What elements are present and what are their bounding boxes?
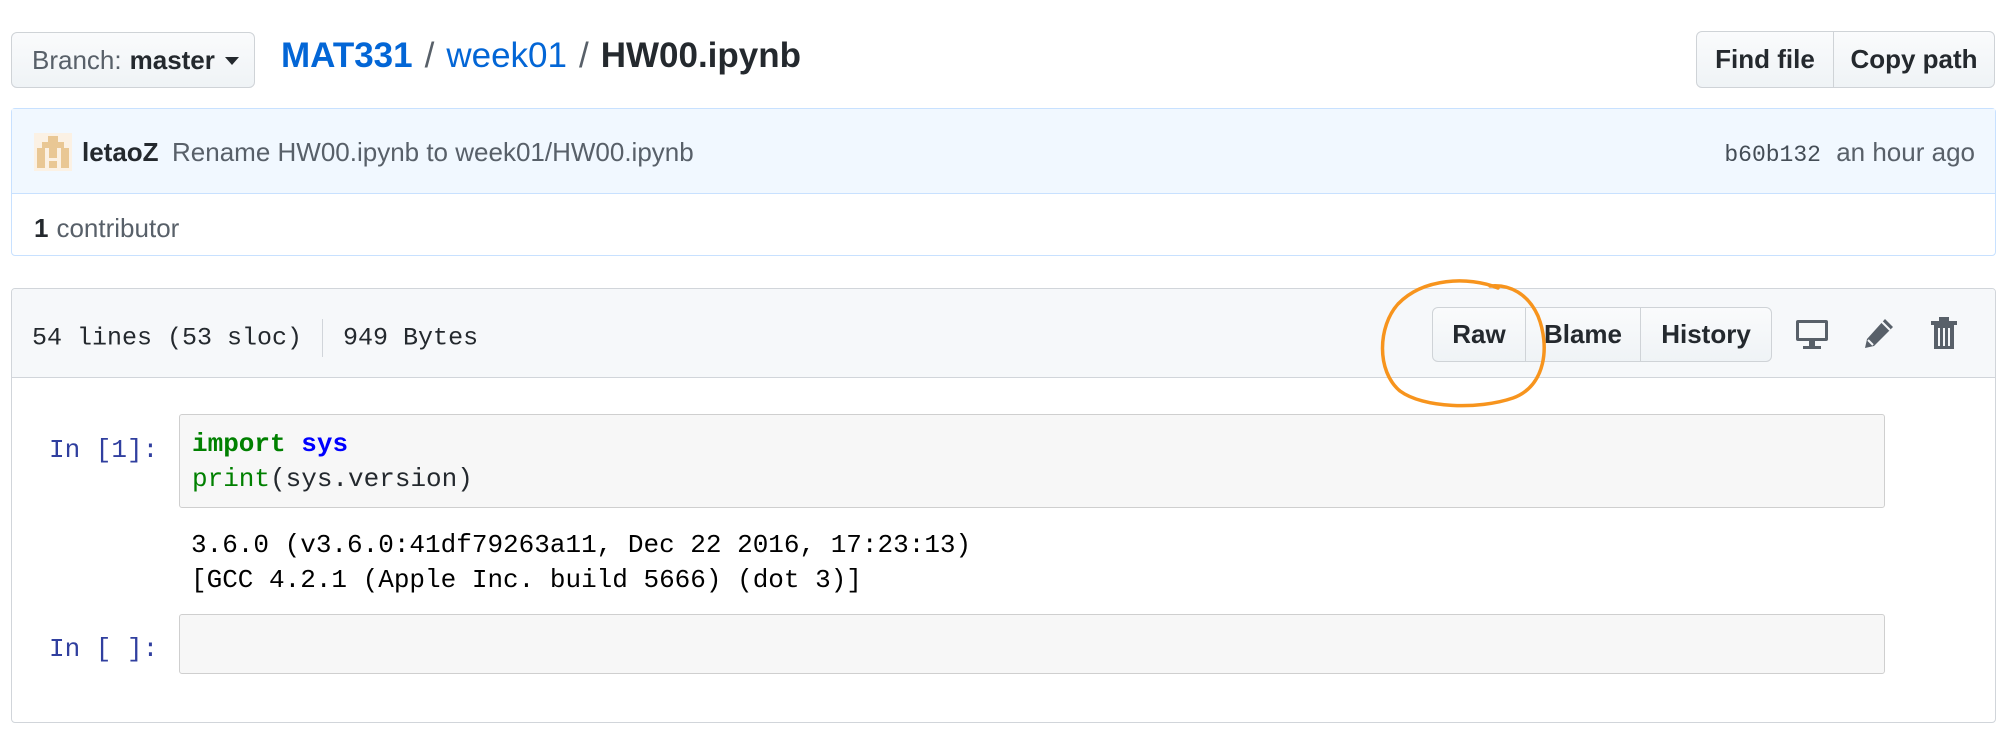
- file-viewer: 54 lines (53 sloc) 949 Bytes Raw Blame Hi…: [11, 288, 1996, 723]
- divider: [322, 319, 324, 357]
- breadcrumb-folder-link[interactable]: week01: [446, 36, 567, 75]
- desktop-icon[interactable]: [1794, 315, 1830, 351]
- commit-info-box: letaoZ Rename HW00.ipynb to week01/HW00.…: [11, 108, 1996, 256]
- commit-sha-link[interactable]: b60b132: [1724, 142, 1821, 168]
- code-line: import sys: [192, 429, 348, 459]
- commit-time: an hour ago: [1836, 137, 1975, 167]
- code-args: (sys.version): [270, 464, 473, 494]
- breadcrumb: MAT331 / week01 / HW00.ipynb: [281, 36, 801, 76]
- file-header: 54 lines (53 sloc) 949 Bytes Raw Blame Hi…: [12, 289, 1995, 378]
- code-builtin: print: [192, 464, 271, 494]
- history-button[interactable]: History: [1640, 307, 1772, 362]
- code-keyword: import: [192, 429, 286, 459]
- commit-meta: b60b132 an hour ago: [1724, 137, 1975, 168]
- contributors-row[interactable]: 1 contributor: [34, 213, 179, 244]
- breadcrumb-file-name: HW00.ipynb: [600, 36, 802, 75]
- code-cell[interactable]: import sys print(sys.version): [179, 414, 1885, 508]
- cell-prompt: In [1]:: [49, 435, 159, 465]
- code-line: print(sys.version): [192, 464, 473, 494]
- cell-output-line: [GCC 4.2.1 (Apple Inc. build 5666) (dot …: [191, 565, 862, 595]
- pencil-icon[interactable]: [1861, 315, 1897, 351]
- caret-down-icon: [224, 57, 239, 65]
- avatar[interactable]: [34, 133, 72, 171]
- commit-message-link[interactable]: Rename HW00.ipynb to week01/HW00.ipynb: [172, 137, 694, 168]
- contributor-label: contributor: [56, 213, 180, 243]
- breadcrumb-repo-link[interactable]: MAT331: [281, 36, 413, 75]
- empty-code-cell[interactable]: [179, 614, 1885, 674]
- trash-icon[interactable]: [1926, 315, 1962, 351]
- find-file-button[interactable]: Find file: [1696, 31, 1834, 88]
- copy-path-button[interactable]: Copy path: [1833, 31, 1995, 88]
- blame-button[interactable]: Blame: [1525, 307, 1641, 362]
- branch-name: master: [129, 44, 215, 75]
- file-size: 949 Bytes: [343, 323, 479, 353]
- cell-prompt: In [ ]:: [49, 634, 159, 664]
- file-line-count: 54 lines (53 sloc): [32, 323, 303, 353]
- cell-output-line: 3.6.0 (v3.6.0:41df79263a11, Dec 22 2016,…: [191, 530, 972, 560]
- breadcrumb-separator: /: [424, 36, 435, 75]
- commit-author-link[interactable]: letaoZ: [82, 137, 159, 168]
- branch-selector-button[interactable]: Branch: master: [11, 32, 255, 88]
- code-module: sys: [301, 429, 349, 459]
- raw-button[interactable]: Raw: [1432, 307, 1526, 362]
- branch-label: Branch:: [32, 44, 122, 75]
- file-info: 54 lines (53 sloc) 949 Bytes: [32, 319, 478, 357]
- latest-commit-row: letaoZ Rename HW00.ipynb to week01/HW00.…: [12, 109, 1995, 194]
- breadcrumb-separator: /: [578, 36, 589, 75]
- contributor-count: 1: [34, 213, 49, 243]
